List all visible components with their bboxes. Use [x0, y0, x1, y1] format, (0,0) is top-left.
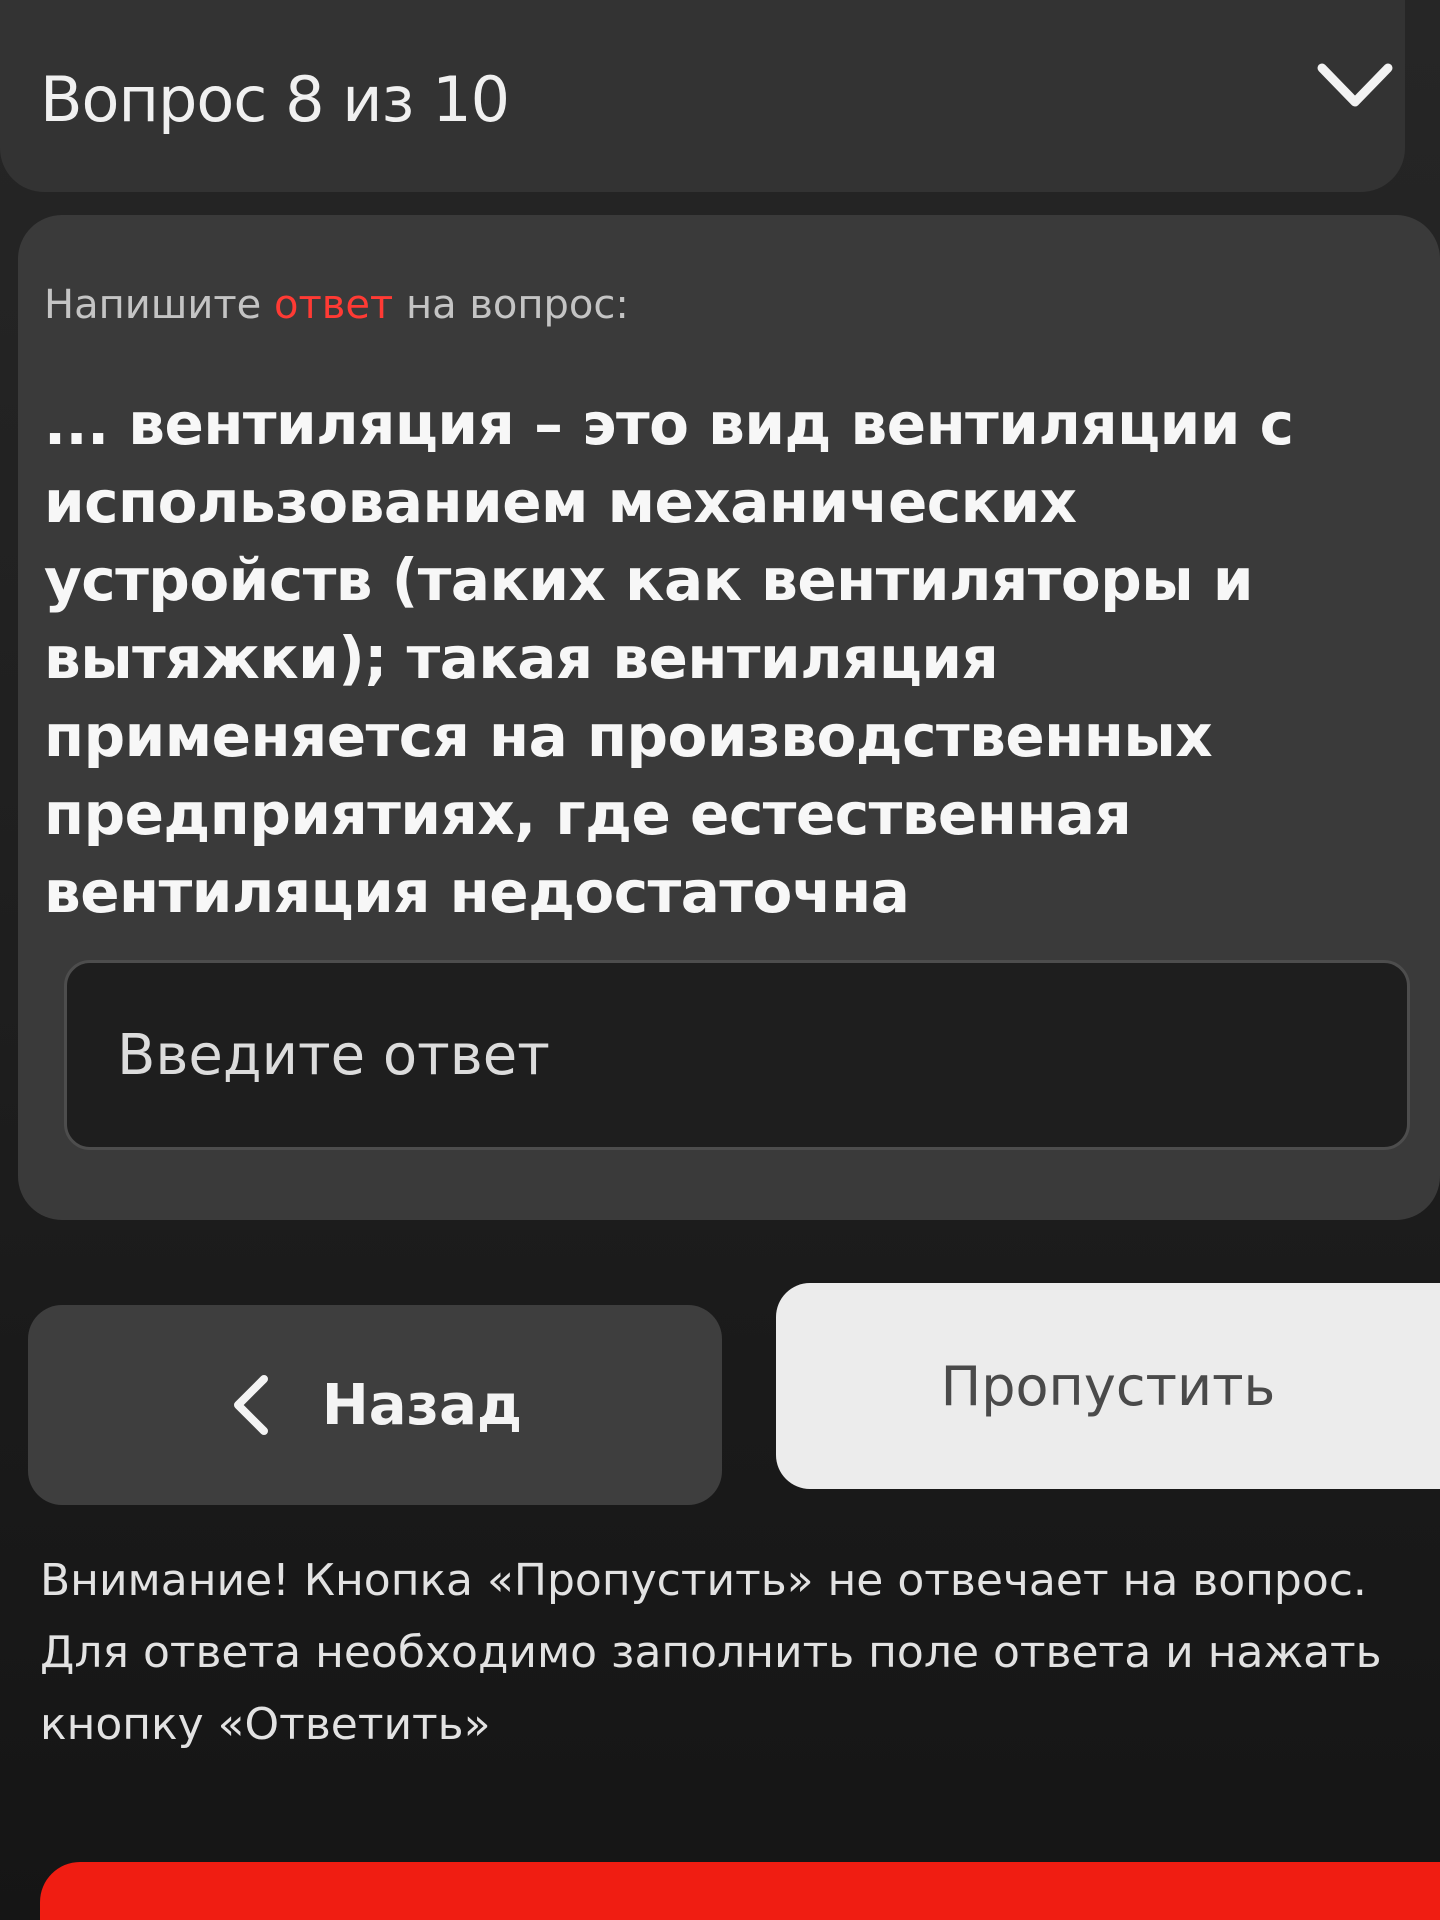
answer-input[interactable]: [64, 960, 1410, 1150]
skip-button-label: Пропустить: [940, 1354, 1276, 1418]
question-instruction: Напишите ответ на вопрос:: [44, 277, 629, 333]
question-card: Напишите ответ на вопрос: ... вентиляция…: [18, 215, 1440, 1220]
instruction-accent: ответ: [273, 282, 394, 328]
question-header[interactable]: Вопрос 8 из 10: [0, 0, 1405, 192]
question-text: ... вентиляция – это вид вентиляции с ис…: [44, 390, 1294, 926]
answer-button[interactable]: [40, 1862, 1440, 1920]
chevron-left-icon: [233, 1375, 268, 1435]
instruction-prefix: Напишите: [44, 282, 274, 328]
skip-warning-text: Внимание! Кнопка «Пропустить» не отвечае…: [40, 1555, 1382, 1750]
back-button-label: Назад: [321, 1372, 523, 1438]
instruction-suffix: на вопрос:: [393, 282, 629, 328]
question-counter: Вопрос 8 из 10: [40, 63, 510, 136]
skip-button[interactable]: Пропустить: [776, 1283, 1440, 1489]
chevron-down-icon[interactable]: [1310, 50, 1400, 120]
back-button[interactable]: Назад: [28, 1305, 722, 1505]
